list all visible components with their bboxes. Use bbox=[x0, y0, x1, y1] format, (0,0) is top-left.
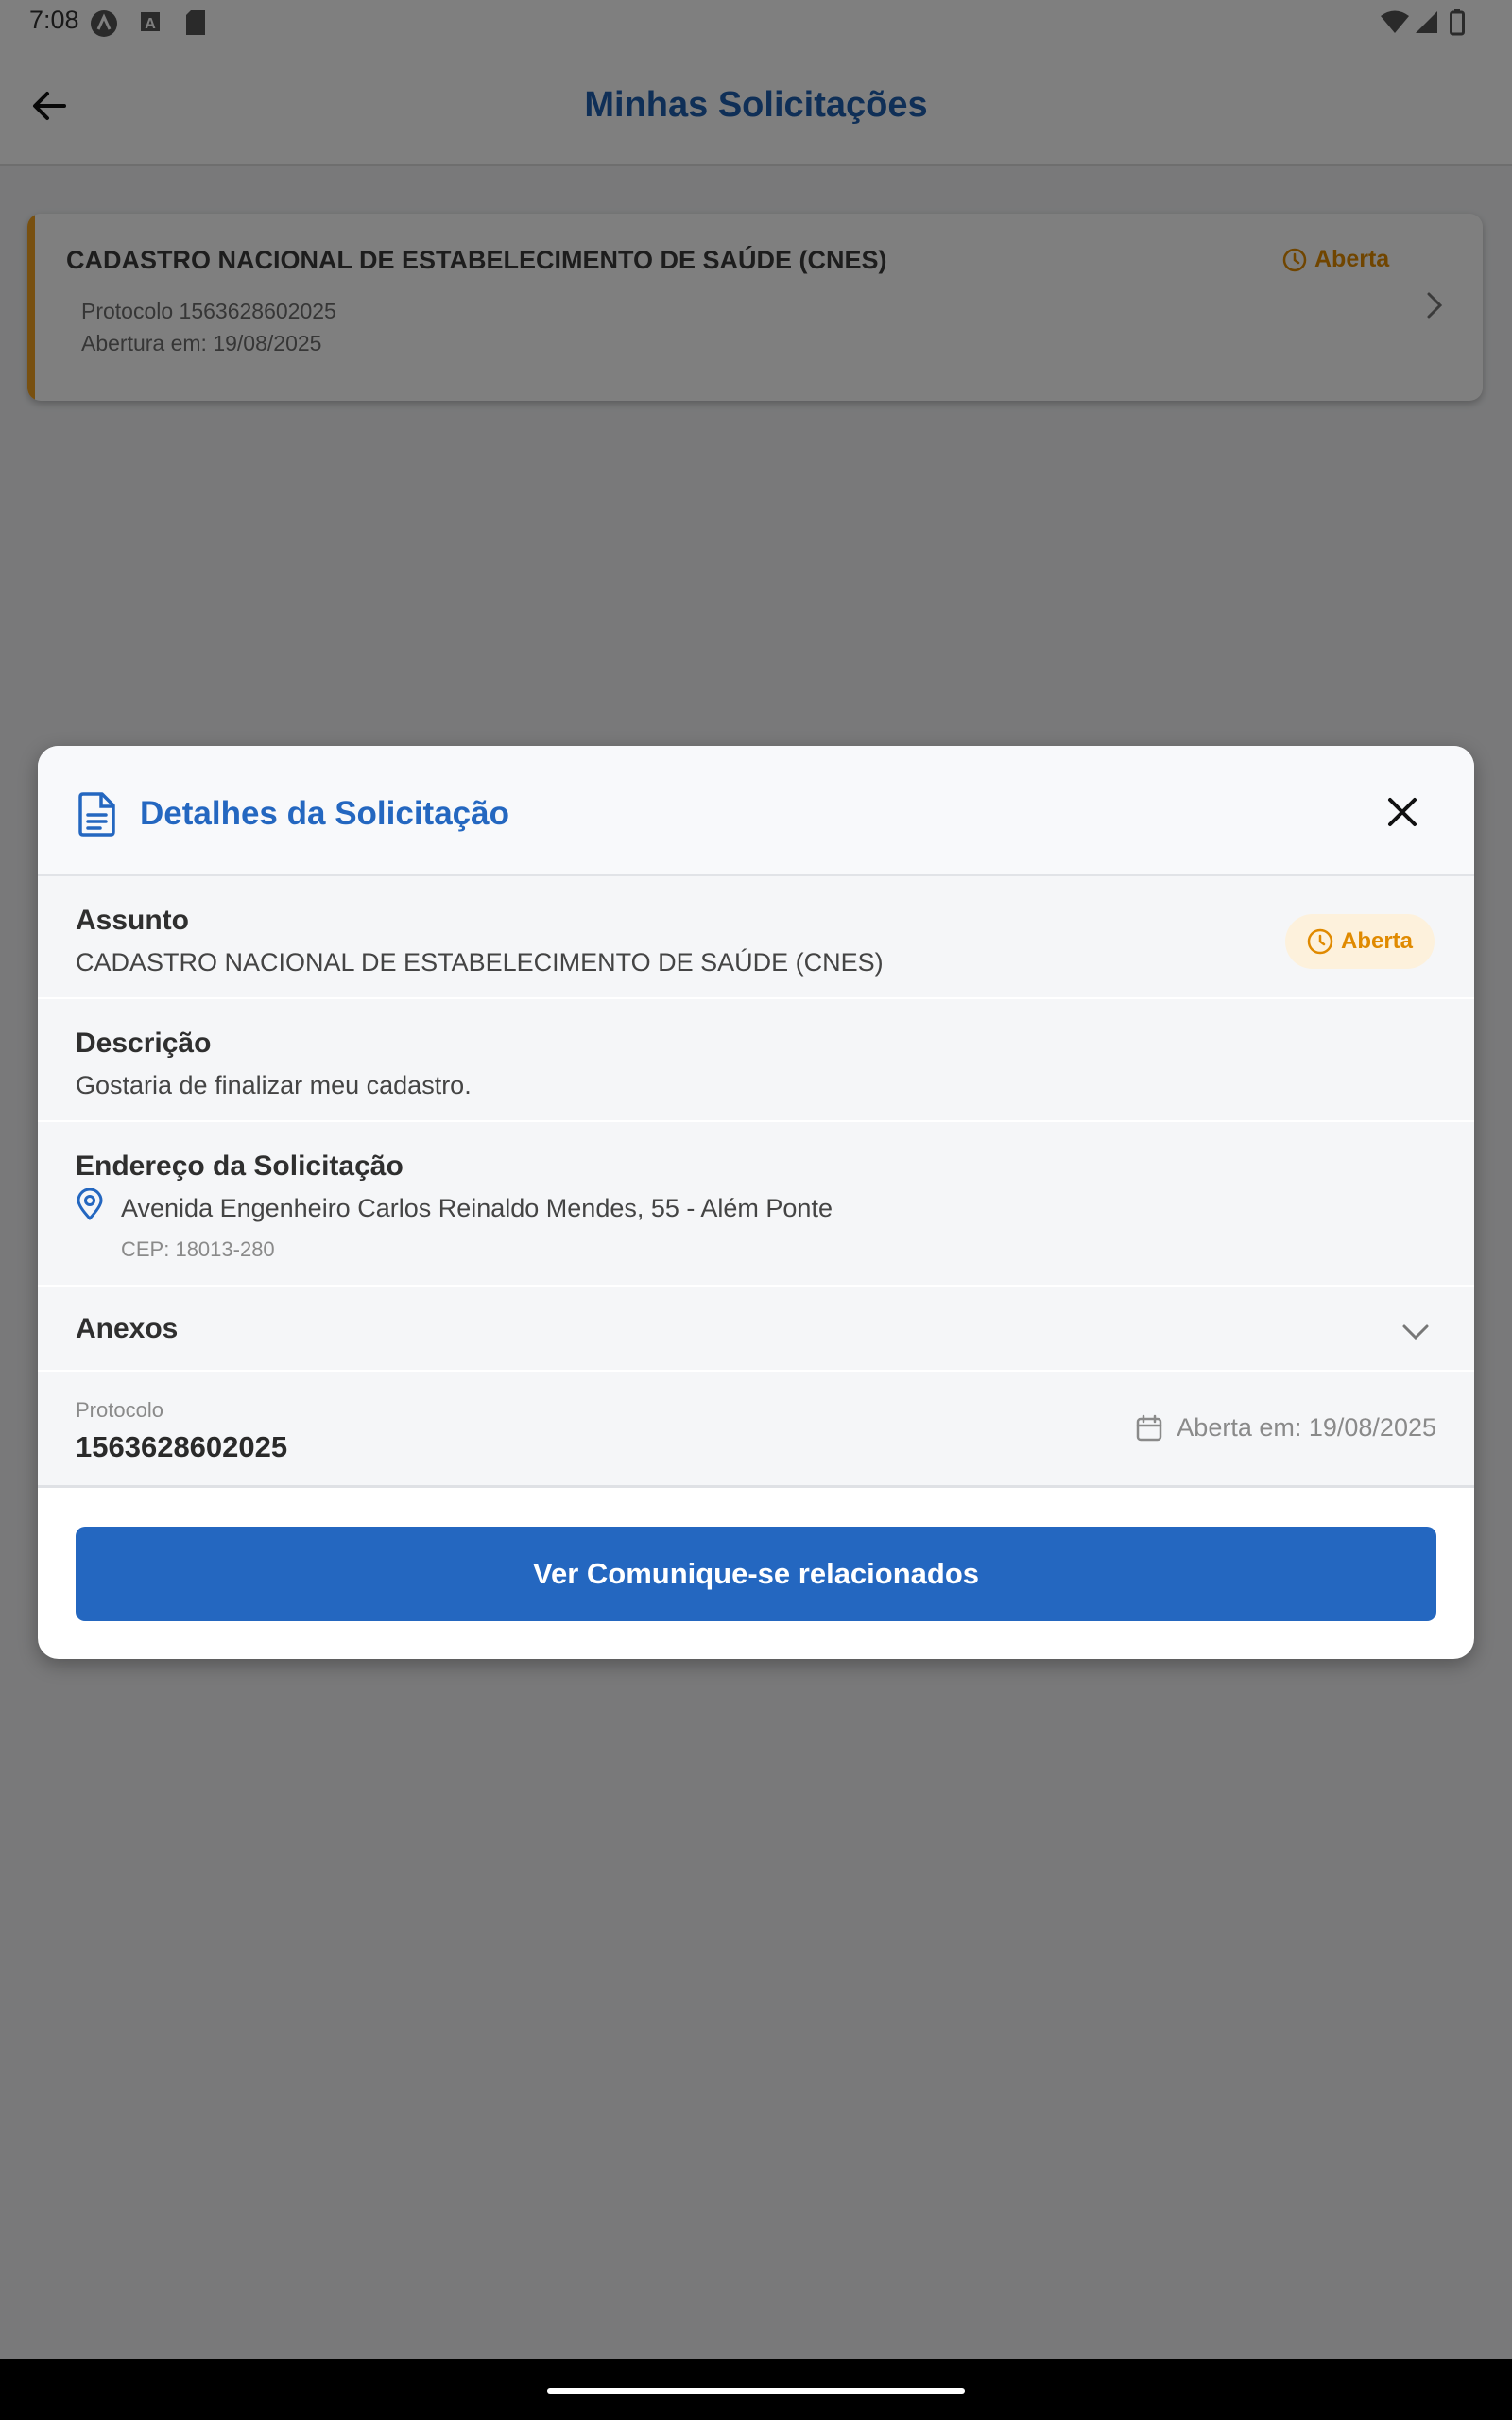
document-icon bbox=[77, 791, 117, 841]
opened-date: Aberta em: 19/08/2025 bbox=[1135, 1413, 1436, 1443]
subject-section: Assunto CADASTRO NACIONAL DE ESTABELECIM… bbox=[38, 876, 1474, 999]
system-navigation-bar bbox=[0, 2360, 1512, 2420]
subject-label: Assunto bbox=[76, 905, 189, 936]
address-section: Endereço da Solicitação Avenida Engenhei… bbox=[38, 1122, 1474, 1287]
attachments-label: Anexos bbox=[76, 1313, 179, 1344]
description-label: Descrição bbox=[76, 1028, 212, 1059]
status-badge-label: Aberta bbox=[1340, 928, 1414, 954]
location-pin-icon bbox=[76, 1187, 104, 1225]
status-badge: Aberta bbox=[1285, 914, 1435, 969]
subject-value: CADASTRO NACIONAL DE ESTABELECIMENTO DE … bbox=[76, 948, 884, 977]
description-section: Descrição Gostaria de finalizar meu cada… bbox=[38, 999, 1474, 1122]
close-icon bbox=[1388, 798, 1417, 826]
modal-title: Detalhes da Solicitação bbox=[140, 795, 509, 832]
address-label: Endereço da Solicitação bbox=[76, 1150, 404, 1182]
home-gesture-handle[interactable] bbox=[547, 2388, 965, 2394]
close-button[interactable] bbox=[1383, 793, 1421, 831]
request-details-modal: Detalhes da Solicitação Assunto CADASTRO… bbox=[38, 746, 1474, 1659]
chevron-down-icon[interactable] bbox=[1400, 1322, 1431, 1346]
protocol-value: 1563628602025 bbox=[76, 1430, 288, 1463]
opened-date-label: Aberta em: 19/08/2025 bbox=[1177, 1413, 1436, 1442]
modal-header: Detalhes da Solicitação bbox=[38, 746, 1474, 876]
protocol-section: Protocolo 1563628602025 Aberta em: 19/08… bbox=[38, 1372, 1474, 1488]
description-value: Gostaria de finalizar meu cadastro. bbox=[76, 1071, 472, 1099]
address-value: Avenida Engenheiro Carlos Reinaldo Mende… bbox=[121, 1194, 833, 1222]
calendar-icon bbox=[1137, 1414, 1162, 1441]
view-related-communications-button[interactable]: Ver Comunique-se relacionados bbox=[76, 1527, 1436, 1621]
clock-icon bbox=[1307, 928, 1333, 955]
attachments-section[interactable]: Anexos bbox=[38, 1287, 1474, 1372]
protocol-label: Protocolo bbox=[76, 1398, 163, 1422]
cep-value: CEP: 18013-280 bbox=[121, 1237, 275, 1261]
